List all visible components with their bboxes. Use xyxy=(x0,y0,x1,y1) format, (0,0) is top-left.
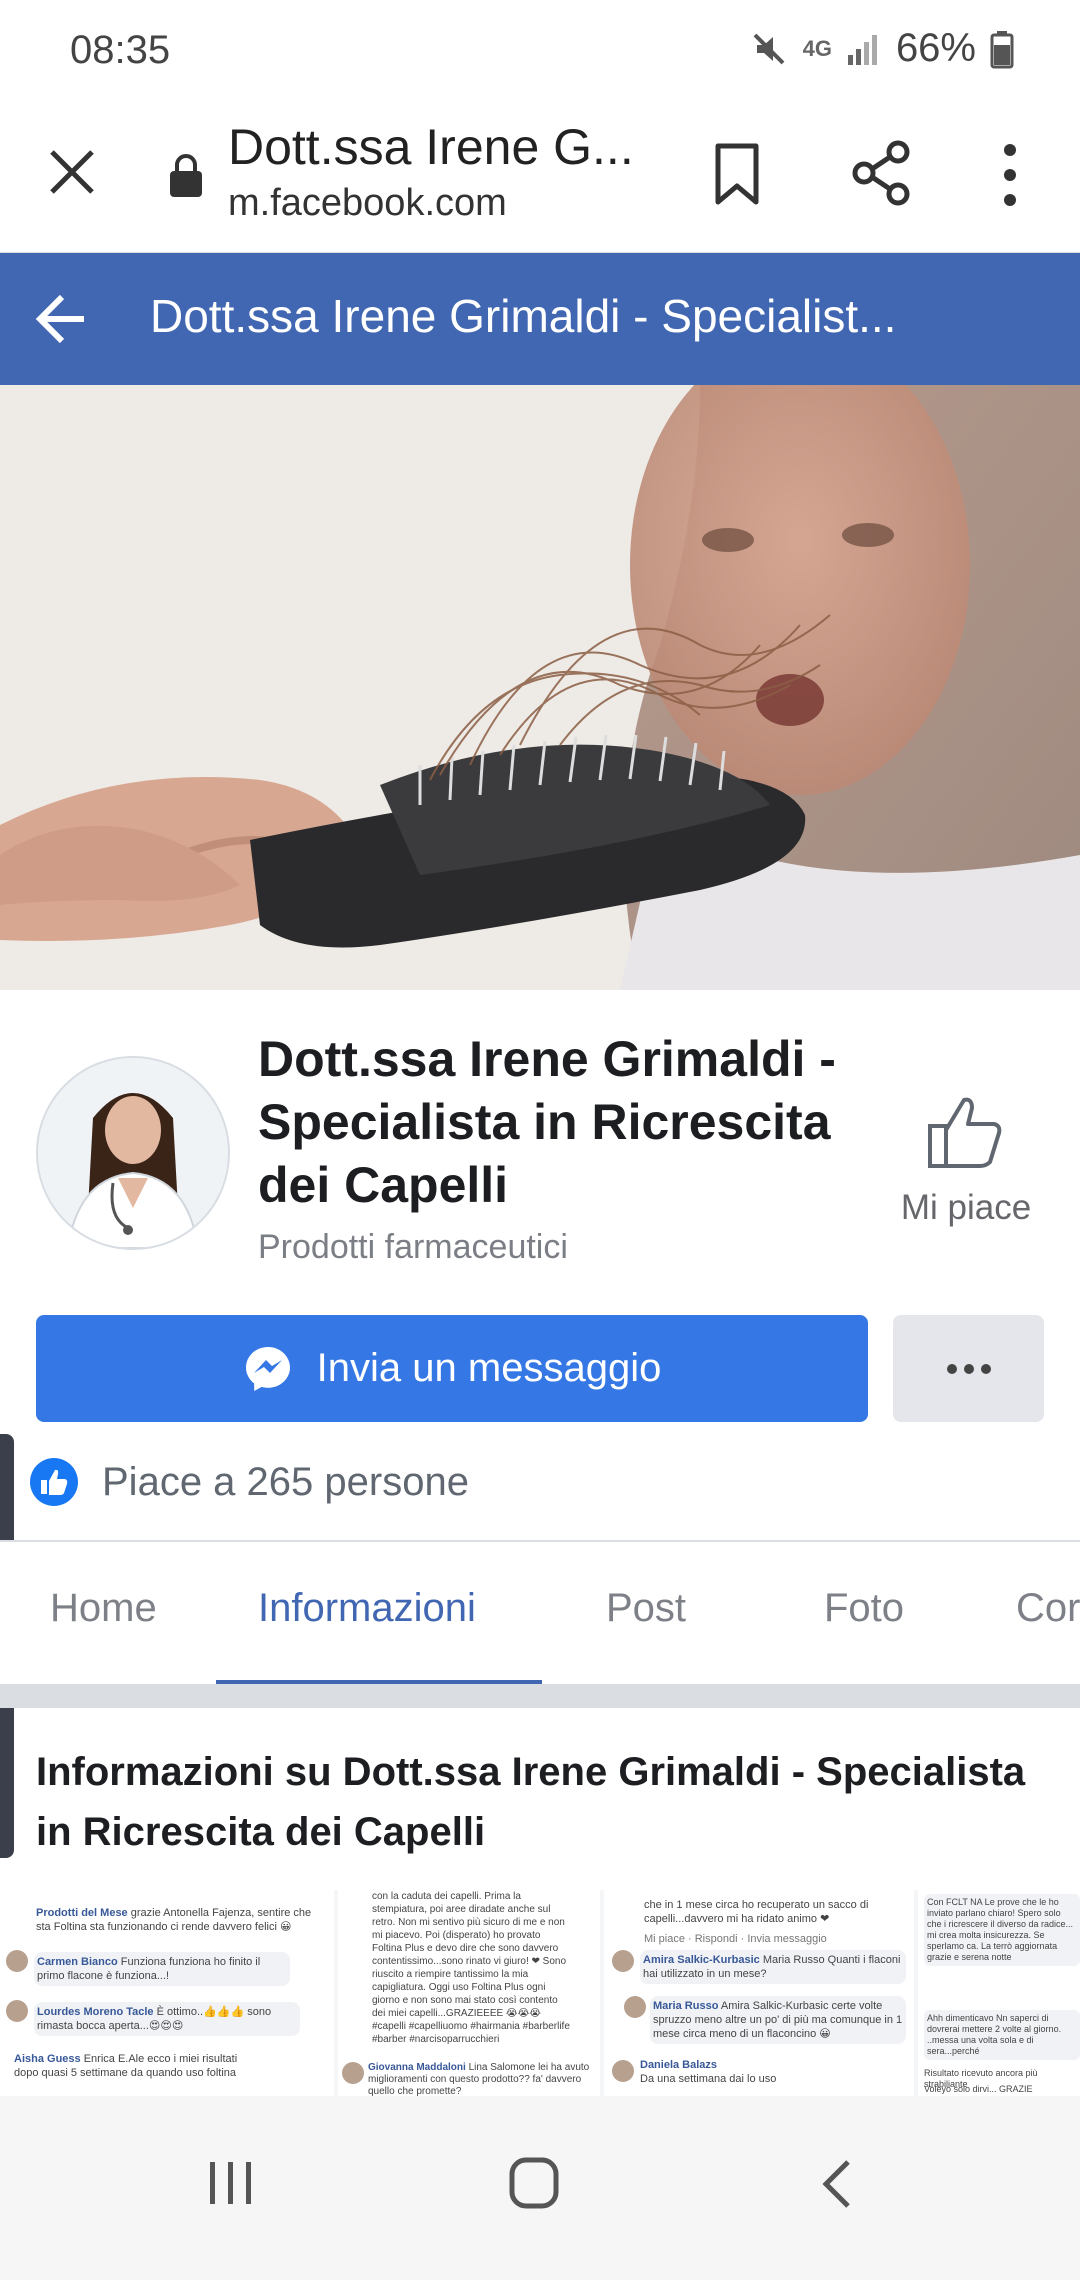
messenger-icon xyxy=(245,1346,290,1391)
mute-icon xyxy=(753,33,784,64)
info-section-title: Informazioni su Dott.ssa Irene Grimaldi … xyxy=(36,1750,1026,1854)
header-title: Dott.ssa Irene Grimaldi - Specialist... xyxy=(150,290,897,342)
doctor-portrait xyxy=(38,1058,228,1248)
more-options-button[interactable] xyxy=(893,1315,1044,1422)
collage-panel-1: Prodotti del Mese grazie Antonella Fajen… xyxy=(0,1890,334,2096)
home-icon[interactable] xyxy=(508,2156,560,2210)
collage-panel-3: che in 1 mese circa ho recuperato un sac… xyxy=(604,1890,914,2096)
comment-author: Prodotti del Mese xyxy=(36,1907,128,1919)
comment-author: Daniela Balazs xyxy=(640,2059,718,2071)
page-name: Dott.ssa Irene Grimaldi - Specialista in… xyxy=(258,1031,836,1213)
likes-text: Piace a 265 persone xyxy=(102,1459,469,1504)
comment-author: Lourdes Moreno Tacle xyxy=(37,2006,154,2018)
comment-author: Giovanna Maddaloni xyxy=(368,2062,466,2073)
lock-icon xyxy=(170,154,202,197)
like-page-button[interactable]: Mi piace xyxy=(886,1094,1046,1234)
battery-percent: 66% xyxy=(895,26,976,70)
share-icon[interactable] xyxy=(852,140,912,206)
tab-post[interactable]: Post xyxy=(606,1586,686,1631)
network-type: 4G xyxy=(802,35,832,61)
system-navigation-bar xyxy=(0,2096,1080,2280)
comment-text: Da una settimana dai lo uso xyxy=(640,2073,777,2085)
likes-summary[interactable]: Piace a 265 persone xyxy=(28,1450,469,1514)
hair-loss-illustration xyxy=(0,385,1080,990)
tab-home[interactable]: Home xyxy=(50,1586,157,1631)
cover-photo[interactable] xyxy=(0,385,1080,990)
back-icon[interactable] xyxy=(818,2158,854,2210)
collage-panel-4: Con FCLT NA Le prove che le ho inviato p… xyxy=(918,1890,1080,2096)
chat-message: Voleyo solo dirvi... GRAZIE xyxy=(924,2084,1033,2094)
browser-url[interactable]: m.facebook.com xyxy=(228,182,507,225)
facebook-header: Dott.ssa Irene Grimaldi - Specialist... xyxy=(0,253,1080,385)
comment-author: Maria Russo xyxy=(653,2000,719,2012)
chat-message: Ahh dimenticavo Nn saperci di dovrerai m… xyxy=(924,2010,1080,2060)
more-horiz-icon xyxy=(947,1364,991,1374)
recent-apps-icon[interactable] xyxy=(206,2158,256,2208)
browser-page-title[interactable]: Dott.ssa Irene G... xyxy=(228,118,634,176)
send-message-button[interactable]: Invia un messaggio xyxy=(36,1315,868,1422)
profile-avatar[interactable] xyxy=(36,1056,230,1250)
comment-meta: Mi piace · Rispondi · Invia messaggio xyxy=(644,1933,827,1945)
post-text: con la caduta dei capelli. Prima la stem… xyxy=(372,1891,570,2045)
comment-author: Amira Salkic-Kurbasic xyxy=(643,1954,760,1966)
page-category[interactable]: Prodotti farmaceutici xyxy=(258,1228,568,1267)
status-icons: 4G 66% xyxy=(749,26,1014,71)
like-label: Mi piace xyxy=(900,1188,1032,1227)
close-icon[interactable] xyxy=(44,144,100,200)
more-vert-icon[interactable] xyxy=(998,142,1022,208)
section-separator xyxy=(0,1684,1080,1708)
comment-text: che in 1 mese circa ho recuperato un sac… xyxy=(644,1899,869,1925)
back-arrow-icon[interactable] xyxy=(34,293,88,345)
chat-message: Con FCLT NA Le prove che le ho inviato p… xyxy=(924,1894,1080,1966)
collage-panel-2: con la caduta dei capelli. Prima la stem… xyxy=(338,1890,600,2096)
tab-community[interactable]: Cor xyxy=(1016,1586,1080,1631)
browser-toolbar: Dott.ssa Irene G... m.facebook.com xyxy=(0,100,1080,253)
battery-icon xyxy=(990,30,1014,68)
status-time: 08:35 xyxy=(70,28,171,72)
like-badge-icon xyxy=(30,1458,78,1506)
comment-author: Aisha Guess xyxy=(14,2053,81,2065)
status-bar: 08:35 4G 66% xyxy=(0,0,1080,100)
bookmark-icon[interactable] xyxy=(712,142,762,206)
send-message-label: Invia un messaggio xyxy=(316,1346,662,1390)
tab-informazioni[interactable]: Informazioni xyxy=(258,1586,476,1631)
testimonials-collage-image[interactable]: Prodotti del Mese grazie Antonella Fajen… xyxy=(0,1890,1080,2096)
page-tabs: Home Informazioni Post Foto Cor xyxy=(0,1540,1080,1686)
tab-foto[interactable]: Foto xyxy=(824,1586,904,1631)
comment-author: Carmen Bianco xyxy=(37,1956,118,1968)
signal-icon xyxy=(847,34,877,65)
thumbs-up-icon xyxy=(928,1097,1002,1168)
